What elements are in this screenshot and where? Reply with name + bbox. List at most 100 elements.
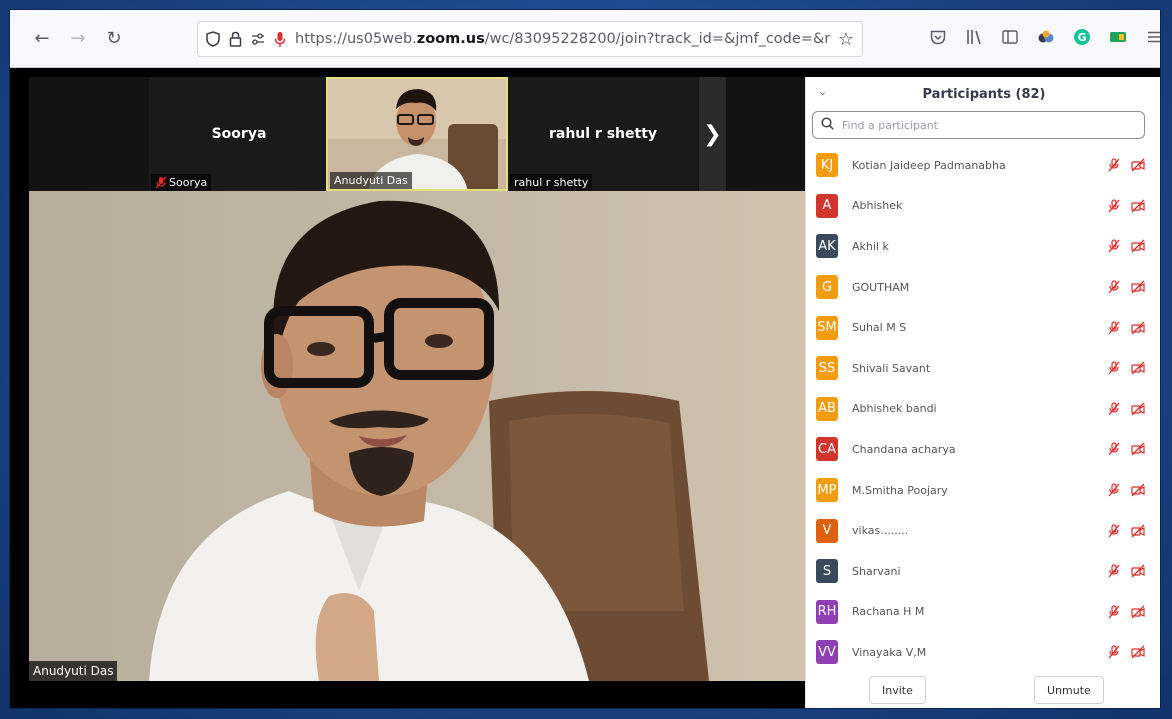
avatar: A xyxy=(816,193,838,218)
participant-item[interactable]: KJ Kotian Jaideep Padmanabha xyxy=(806,145,1160,186)
pocket-icon[interactable] xyxy=(928,26,948,48)
participant-item[interactable]: A Abhishek xyxy=(806,186,1160,227)
participant-status-icons xyxy=(1107,442,1145,456)
avatar: RH xyxy=(816,599,838,624)
muted-mic-icon[interactable] xyxy=(1107,361,1121,375)
video-off-icon[interactable] xyxy=(1131,158,1145,172)
participant-status-icons xyxy=(1107,361,1145,375)
muted-mic-icon[interactable] xyxy=(1107,564,1121,578)
muted-mic-icon[interactable] xyxy=(1107,199,1121,213)
sidebar-icon[interactable] xyxy=(1000,26,1020,48)
participant-name: Sharvani xyxy=(852,564,901,578)
video-off-icon[interactable] xyxy=(1131,402,1145,416)
shield-icon[interactable] xyxy=(206,31,220,47)
participant-status-icons xyxy=(1107,524,1145,538)
participant-item[interactable]: AB Abhishek bandi xyxy=(806,389,1160,430)
participant-status-icons xyxy=(1107,280,1145,294)
video-thumbnail-active[interactable]: Anudyuti Das xyxy=(326,77,508,191)
video-thumbnail[interactable]: rahul r shetty rahul r shetty xyxy=(508,77,698,191)
participant-status-icons xyxy=(1107,402,1145,416)
video-off-icon[interactable] xyxy=(1131,199,1145,213)
avatar: MP xyxy=(816,478,838,503)
lock-icon[interactable] xyxy=(229,31,242,47)
video-off-icon[interactable] xyxy=(1131,645,1145,659)
participant-name: GOUTHAM xyxy=(852,280,910,294)
permissions-icon[interactable] xyxy=(251,33,265,45)
address-bar[interactable]: https://us05web.zoom.us/wc/83095228200/j… xyxy=(197,21,863,57)
muted-mic-icon[interactable] xyxy=(1107,605,1121,619)
video-off-icon[interactable] xyxy=(1131,564,1145,578)
muted-mic-icon[interactable] xyxy=(1107,321,1121,335)
forward-icon[interactable]: → xyxy=(62,23,94,55)
participant-item[interactable]: MP M.Smitha Poojary xyxy=(806,470,1160,511)
library-icon[interactable] xyxy=(964,26,984,48)
avatar: AB xyxy=(816,396,838,421)
participant-status-icons xyxy=(1107,605,1145,619)
microphone-icon[interactable] xyxy=(274,31,286,48)
avatar: AK xyxy=(816,234,838,259)
thumbnail-label: rahul r shetty xyxy=(510,174,593,191)
participant-item[interactable]: G GOUTHAM xyxy=(806,267,1160,308)
participant-status-icons xyxy=(1107,158,1145,172)
participant-search-input[interactable] xyxy=(842,118,1132,132)
participant-status-icons xyxy=(1107,321,1145,335)
muted-mic-icon xyxy=(155,176,167,189)
reload-icon[interactable]: ↻ xyxy=(98,23,130,55)
muted-mic-icon[interactable] xyxy=(1107,442,1121,456)
participant-name: Abhishek xyxy=(852,199,903,213)
muted-mic-icon[interactable] xyxy=(1107,645,1121,659)
avatar: SM xyxy=(816,315,838,340)
video-off-icon[interactable] xyxy=(1131,280,1145,294)
video-off-icon[interactable] xyxy=(1131,483,1145,497)
video-off-icon[interactable] xyxy=(1131,605,1145,619)
bookmark-star-icon[interactable]: ☆ xyxy=(829,28,862,50)
muted-mic-icon[interactable] xyxy=(1107,402,1121,416)
participant-item[interactable]: S Sharvani xyxy=(806,551,1160,592)
participant-status-icons xyxy=(1107,199,1145,213)
muted-mic-icon[interactable] xyxy=(1107,280,1121,294)
muted-mic-icon[interactable] xyxy=(1107,239,1121,253)
participant-item[interactable]: VV Vinayaka V,M xyxy=(806,632,1160,673)
thumbnail-name: rahul r shetty xyxy=(548,126,658,142)
video-off-icon[interactable] xyxy=(1131,524,1145,538)
participant-item[interactable]: AK Akhil k xyxy=(806,226,1160,267)
grammarly-icon[interactable]: G xyxy=(1072,26,1092,48)
thumbnail-name: Soorya xyxy=(211,126,267,142)
active-speaker-label: Anudyuti Das xyxy=(29,661,118,681)
video-off-icon[interactable] xyxy=(1131,442,1145,456)
url-text[interactable]: https://us05web.zoom.us/wc/83095228200/j… xyxy=(295,31,830,47)
participant-item[interactable]: CA Chandana acharya xyxy=(806,429,1160,470)
participant-name: M.Smitha Poojary xyxy=(852,483,948,497)
next-page-button[interactable]: ❯ xyxy=(699,77,726,191)
collapse-chevron-icon[interactable]: ⌄ xyxy=(818,85,827,98)
invite-button[interactable]: Invite xyxy=(869,676,926,704)
participant-name: Kotian Jaideep Padmanabha xyxy=(852,158,1006,172)
participant-item[interactable]: SM Suhal M S xyxy=(806,307,1160,348)
extension-icon[interactable] xyxy=(1036,26,1056,48)
participant-name: Akhil k xyxy=(852,239,889,253)
participant-item[interactable]: Vvikas........ xyxy=(806,510,1160,551)
thumbnail-strip: Soorya Soorya Anudyuti Das rahul r shett… xyxy=(29,77,805,191)
menu-icon[interactable] xyxy=(1144,26,1160,48)
panel-footer: Invite Unmute xyxy=(806,670,1160,708)
video-thumbnail[interactable]: Soorya Soorya xyxy=(149,77,329,191)
video-off-icon[interactable] xyxy=(1131,361,1145,375)
participant-search[interactable] xyxy=(812,111,1145,139)
participant-item[interactable]: SS Shivali Savant xyxy=(806,348,1160,389)
extension-green-icon[interactable] xyxy=(1108,26,1128,48)
muted-mic-icon[interactable] xyxy=(1107,483,1121,497)
participant-status-icons xyxy=(1107,483,1145,497)
muted-mic-icon[interactable] xyxy=(1107,158,1121,172)
back-icon[interactable]: ← xyxy=(26,23,58,55)
chevron-right-icon: ❯ xyxy=(703,121,722,147)
participant-item[interactable]: RH Rachana H M xyxy=(806,592,1160,633)
unmute-button[interactable]: Unmute xyxy=(1034,676,1104,704)
participant-status-icons xyxy=(1107,239,1145,253)
video-off-icon[interactable] xyxy=(1131,321,1145,335)
muted-mic-icon[interactable] xyxy=(1107,524,1121,538)
participant-name: Shivali Savant xyxy=(852,361,931,375)
avatar: KJ xyxy=(816,153,838,178)
video-off-icon[interactable] xyxy=(1131,239,1145,253)
thumbnail-label: Anudyuti Das xyxy=(330,172,412,189)
avatar: G xyxy=(816,275,838,300)
